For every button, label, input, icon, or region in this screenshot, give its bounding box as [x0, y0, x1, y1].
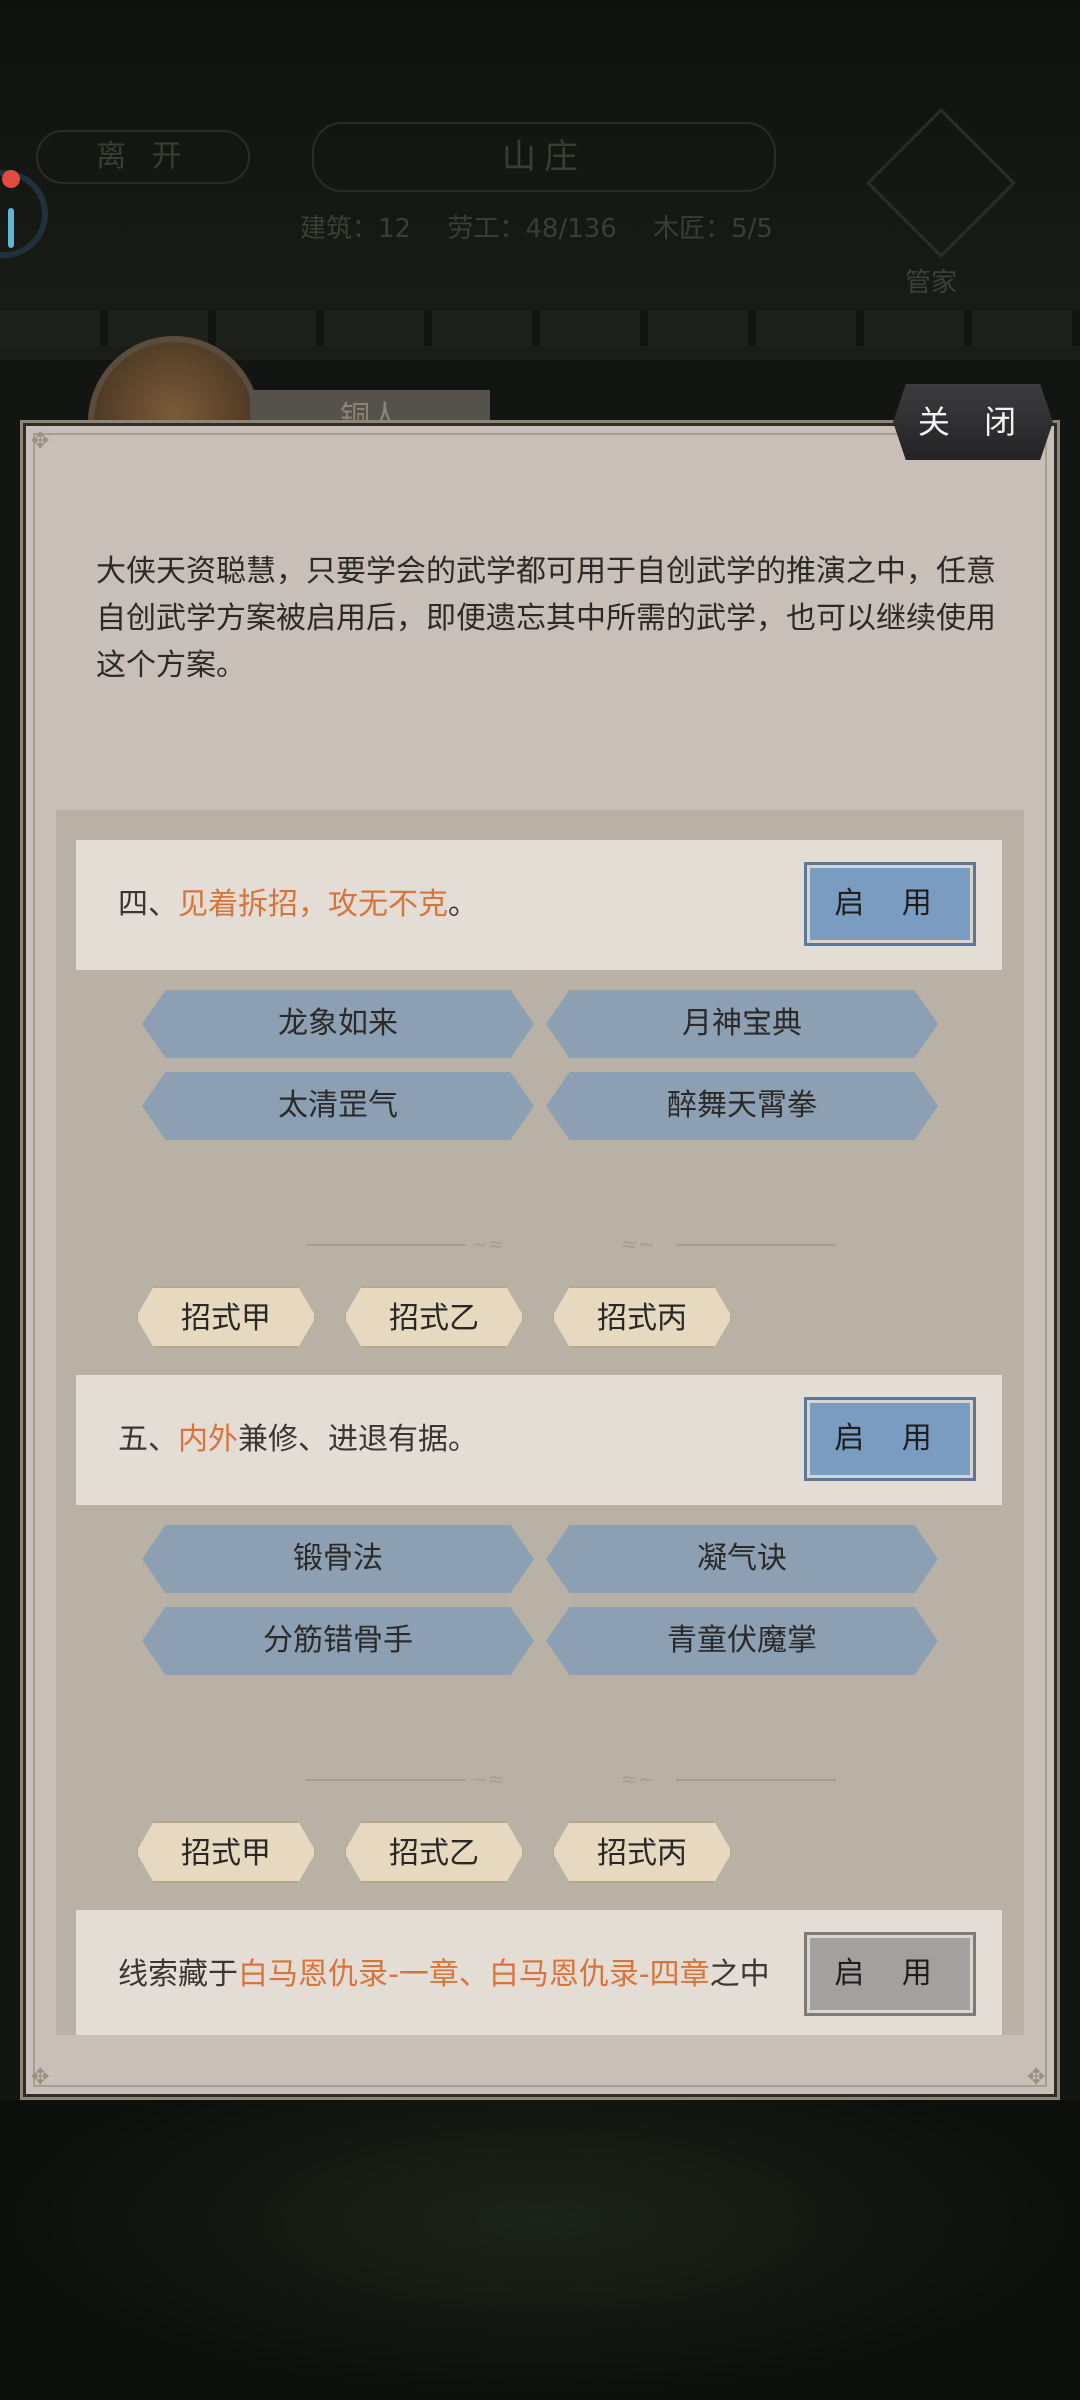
notification-dot [2, 170, 20, 188]
plan-card: 四、见着拆招，攻无不克。 启 用 龙象如来 月神宝典 太清罡气 醉舞天霄拳 ∼≈… [76, 840, 1002, 1360]
steward-label: 管家 [905, 268, 958, 298]
plan-header: 五、内外兼修、进退有据。 启 用 [76, 1375, 1002, 1505]
plan-header: 线索藏于白马恩仇录-一章、白马恩仇录-四章之中 启 用 [76, 1910, 1002, 2035]
plan-title-prefix: 五、 [118, 1422, 178, 1457]
skill-tag[interactable]: 凝气诀 [546, 1525, 938, 1593]
plan-title-highlight: 见着拆招，攻无不克 [178, 887, 448, 922]
manor-stats: 建筑：12 劳工：48/136 木匠：5/5 [300, 208, 801, 245]
enable-button-disabled[interactable]: 启 用 [804, 1932, 976, 2016]
plan-title-highlight: 内外 [178, 1422, 238, 1457]
plan-title: 五、内外兼修、进退有据。 [118, 1375, 478, 1505]
ornament-divider [306, 1779, 466, 1781]
plan-title: 四、见着拆招，攻无不克。 [118, 840, 478, 970]
ornament-divider [676, 1244, 836, 1246]
ornament-divider [676, 1779, 836, 1781]
clue-text: 线索藏于白马恩仇录-一章、白马恩仇录-四章之中 [118, 1910, 770, 2035]
dialog-intro-text: 大侠天资聪慧，只要学会的武学都可用于自创武学的推演之中，任意自创武学方案被启用后… [96, 554, 996, 683]
leave-button[interactable]: 离 开 [36, 130, 250, 184]
ornament-swirl-icon: ∼≈ [471, 1767, 505, 1791]
stat-carpenters: 木匠：5/5 [653, 214, 773, 244]
skill-tag[interactable]: 月神宝典 [546, 990, 938, 1058]
clue-suffix: 之中 [709, 1957, 770, 1992]
ornament-swirl-icon: ∼≈ [471, 1232, 505, 1256]
plan-title-suffix: 兼修、进退有据。 [238, 1422, 478, 1457]
enable-button[interactable]: 启 用 [804, 1397, 976, 1481]
corner-ornament-icon: ✥ [31, 2065, 50, 2090]
move-tag[interactable]: 招式丙 [552, 1286, 732, 1348]
ornament-divider [306, 1244, 466, 1246]
plan-card: 五、内外兼修、进退有据。 启 用 锻骨法 凝气诀 分筋错骨手 青童伏魔掌 ∼≈ … [76, 1375, 1002, 1895]
skill-tag[interactable]: 青童伏魔掌 [546, 1607, 938, 1675]
scene-background-bottom [0, 2100, 1080, 2400]
plan-title-suffix: 。 [448, 887, 478, 922]
plan-title-prefix: 四、 [118, 887, 178, 922]
skill-tag[interactable]: 醉舞天霄拳 [546, 1072, 938, 1140]
corner-ornament-icon: ✥ [31, 429, 50, 454]
plan-list[interactable]: 四、见着拆招，攻无不克。 启 用 龙象如来 月神宝典 太清罡气 醉舞天霄拳 ∼≈… [56, 810, 1024, 2035]
move-tag[interactable]: 招式丙 [552, 1821, 732, 1883]
clue-prefix: 线索藏于 [118, 1957, 238, 1992]
stat-buildings: 建筑：12 [300, 214, 412, 244]
stat-laborers: 劳工：48/136 [447, 214, 617, 244]
progress-ring-arc [8, 208, 14, 248]
skill-tag[interactable]: 龙象如来 [142, 990, 534, 1058]
close-button[interactable]: 关 闭 [893, 384, 1053, 460]
skill-tag[interactable]: 太清罡气 [142, 1072, 534, 1140]
locked-plan-card: 线索藏于白马恩仇录-一章、白马恩仇录-四章之中 启 用 [76, 1910, 1002, 2035]
move-tag[interactable]: 招式乙 [344, 1821, 524, 1883]
move-tag[interactable]: 招式乙 [344, 1286, 524, 1348]
move-tag[interactable]: 招式甲 [136, 1286, 316, 1348]
clue-highlight: 白马恩仇录-一章、白马恩仇录-四章 [238, 1957, 710, 1992]
location-title: 山庄 [312, 122, 776, 192]
skill-tag[interactable]: 锻骨法 [142, 1525, 534, 1593]
skill-tag[interactable]: 分筋错骨手 [142, 1607, 534, 1675]
ornament-swirl-icon: ≈∼ [621, 1767, 655, 1791]
ornament-swirl-icon: ≈∼ [621, 1232, 655, 1256]
corner-ornament-icon: ✥ [1027, 2065, 1046, 2090]
move-tag[interactable]: 招式甲 [136, 1821, 316, 1883]
enable-button[interactable]: 启 用 [804, 862, 976, 946]
plan-header: 四、见着拆招，攻无不克。 启 用 [76, 840, 1002, 970]
